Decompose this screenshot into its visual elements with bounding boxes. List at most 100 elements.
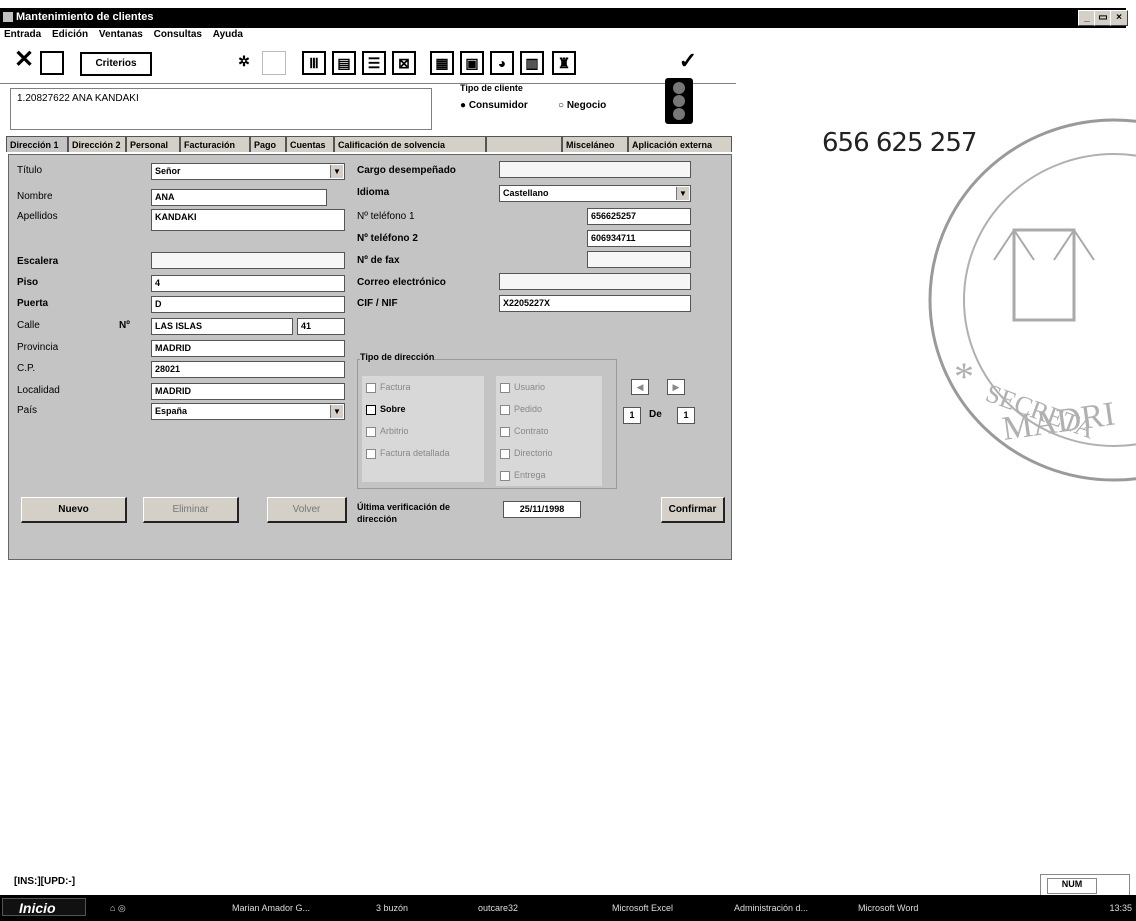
task-item-3[interactable]: outcare32 — [478, 899, 558, 917]
close-window-icon[interactable]: × — [1110, 10, 1128, 26]
nombre-field[interactable]: ANA — [151, 189, 327, 206]
start-button[interactable]: Inicio — [2, 898, 86, 916]
calle-no-label: Nº — [119, 320, 130, 331]
tab-miscelaneo[interactable]: Misceláneo — [562, 136, 628, 152]
tool-book-icon[interactable]: ▥ — [520, 51, 544, 75]
cif-field[interactable]: X2205227X — [499, 295, 691, 312]
checkbox-contrato[interactable]: Contrato — [500, 426, 549, 437]
new-document-icon[interactable] — [40, 51, 64, 75]
criterios-button[interactable]: Criterios — [80, 52, 152, 76]
calle-numero-field[interactable]: 41 — [297, 318, 345, 335]
telefono2-field[interactable]: 606934711 — [587, 230, 691, 247]
calle-label: Calle — [17, 320, 40, 331]
confirmar-button[interactable]: Confirmar — [661, 497, 725, 523]
checkbox-arbitrio[interactable]: Arbitrio — [366, 426, 409, 437]
menu-consultas[interactable]: Consultas — [154, 29, 202, 40]
checkbox-directorio[interactable]: Directorio — [500, 448, 553, 459]
chevron-down-icon[interactable]: ▼ — [330, 405, 343, 418]
tool-chart-icon[interactable]: ⊠ — [392, 51, 416, 75]
quicklaunch-icons[interactable]: ⌂ ◎ — [110, 899, 140, 917]
tool-blank-icon[interactable] — [262, 51, 286, 75]
task-item-2[interactable]: 3 buzón — [376, 899, 448, 917]
tab-blank[interactable] — [486, 136, 562, 152]
tab-strip: Dirección 1 Dirección 2 Personal Factura… — [6, 136, 736, 154]
tab-facturacion[interactable]: Facturación — [180, 136, 250, 152]
tab-direccion-2[interactable]: Dirección 2 — [68, 136, 126, 152]
task-item-4[interactable]: Microsoft Excel — [612, 899, 708, 917]
next-address-button[interactable]: ▶ — [667, 379, 685, 395]
verificacion-date[interactable]: 25/11/1998 — [503, 501, 581, 518]
task-item-6[interactable]: Microsoft Word — [858, 899, 938, 917]
close-x-icon[interactable]: ✕ — [12, 48, 36, 74]
checkbox-pedido[interactable]: Pedido — [500, 404, 542, 415]
cp-field[interactable]: 28021 — [151, 361, 345, 378]
telefono1-field[interactable]: 656625257 — [587, 208, 691, 225]
menu-ventanas[interactable]: Ventanas — [99, 29, 143, 40]
titulo-select[interactable]: Señor ▼ — [151, 163, 345, 180]
tab-personal[interactable]: Personal — [126, 136, 180, 152]
tipo-direccion-label: Tipo de dirección — [360, 352, 435, 362]
tool-monitor-icon[interactable]: ▤ — [332, 51, 356, 75]
tool-list-icon[interactable]: ☰ — [362, 51, 386, 75]
correo-field[interactable] — [499, 273, 691, 290]
checkbox-factura[interactable]: Factura — [366, 382, 411, 393]
calle-field[interactable]: LAS ISLAS — [151, 318, 293, 335]
volver-button[interactable]: Volver — [267, 497, 347, 523]
checkbox-directorio-label: Directorio — [514, 448, 553, 458]
tool-form-icon[interactable]: ▣ — [460, 51, 484, 75]
chevron-down-icon[interactable]: ▼ — [676, 187, 689, 200]
traffic-light-icon — [665, 78, 693, 124]
tab-calificacion[interactable]: Calificación de solvencia — [334, 136, 486, 152]
checkmark-icon[interactable]: ✓ — [676, 50, 700, 75]
tool-columns-icon[interactable]: Ⅲ — [302, 51, 326, 75]
provincia-field[interactable]: MADRID — [151, 340, 345, 357]
prev-address-button[interactable]: ◀ — [631, 379, 649, 395]
system-tray: 13:35 — [972, 899, 1132, 917]
idioma-select[interactable]: Castellano ▼ — [499, 185, 691, 202]
tab-aplicacion-externa[interactable]: Aplicación externa — [628, 136, 732, 152]
apellidos-field[interactable]: KANDAKI — [151, 209, 345, 231]
checkbox-usuario-label: Usuario — [514, 382, 546, 392]
checkbox-factura-label: Factura — [380, 382, 411, 392]
tab-pago[interactable]: Pago — [250, 136, 286, 152]
piso-field[interactable]: 4 — [151, 275, 345, 292]
puerta-field[interactable]: D — [151, 296, 345, 313]
pager-current[interactable]: 1 — [623, 407, 641, 424]
tipo-direccion-group: Tipo de dirección Factura Sobre Arbitrio… — [357, 352, 617, 489]
nuevo-button[interactable]: Nuevo — [21, 497, 127, 523]
tool-people-icon[interactable]: ♜ — [552, 51, 576, 75]
window-title-bar[interactable]: Mantenimiento de clientes _ ▭ × — [0, 8, 1128, 28]
eliminar-button[interactable]: Eliminar — [143, 497, 239, 523]
telefono2-label: Nº teléfono 2 — [357, 233, 418, 244]
window-title: Mantenimiento de clientes — [16, 11, 154, 23]
checkbox-usuario[interactable]: Usuario — [500, 382, 545, 393]
radio-negocio[interactable]: ○ Negocio — [558, 100, 606, 111]
tab-direccion-1[interactable]: Dirección 1 — [6, 136, 68, 152]
checkbox-entrega[interactable]: Entrega — [500, 470, 546, 481]
checkbox-entrega-label: Entrega — [514, 470, 546, 480]
telefono1-label: Nº teléfono 1 — [357, 211, 415, 222]
localidad-field[interactable]: MADRID — [151, 383, 345, 400]
radio-consumidor[interactable]: ● Consumidor — [460, 100, 528, 111]
task-item-5[interactable]: Administración d... — [734, 899, 830, 917]
menu-bar: Entrada Edición Ventanas Consultas Ayuda — [4, 29, 251, 43]
correo-label: Correo electrónico — [357, 277, 446, 288]
escalera-field[interactable] — [151, 252, 345, 269]
pais-label: País — [17, 405, 38, 416]
tab-cuentas[interactable]: Cuentas — [286, 136, 334, 152]
menu-edicion[interactable]: Edición — [52, 29, 88, 40]
checkbox-factura-detallada[interactable]: Factura detallada — [366, 448, 450, 459]
menu-ayuda[interactable]: Ayuda — [213, 29, 243, 40]
checkbox-sobre[interactable]: Sobre — [366, 404, 406, 415]
tool-calc-icon[interactable]: ▦ — [430, 51, 454, 75]
tool-puzzle-icon[interactable]: ✲ — [232, 51, 256, 75]
task-item-1[interactable]: Marian Amador G... — [232, 899, 344, 917]
toolbar: ✕ Criterios ✲ Ⅲ ▤ ☰ ⊠ ▦ ▣ ◕ ▥ ♜ ✓ — [12, 48, 728, 80]
chevron-down-icon[interactable]: ▼ — [330, 165, 343, 178]
menu-entrada[interactable]: Entrada — [4, 29, 41, 40]
cp-label: C.P. — [17, 363, 36, 374]
cargo-field[interactable] — [499, 161, 691, 178]
tool-pie-icon[interactable]: ◕ — [490, 51, 514, 75]
fax-field[interactable] — [587, 251, 691, 268]
pais-select[interactable]: España ▼ — [151, 403, 345, 420]
